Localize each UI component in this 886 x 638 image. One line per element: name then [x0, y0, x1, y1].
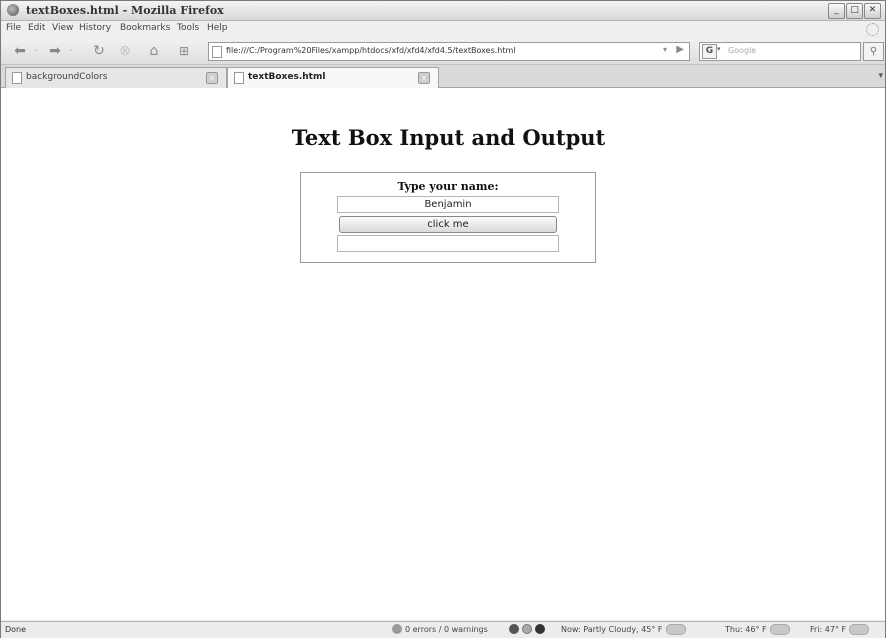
home-icon: ⌂: [149, 43, 159, 59]
stop-icon: ⊗: [119, 43, 131, 59]
menu-help[interactable]: Help: [207, 23, 228, 33]
magnifier-icon: ⚲: [869, 46, 878, 57]
menu-edit[interactable]: Edit: [28, 23, 45, 33]
search-engine-icon[interactable]: G: [702, 44, 717, 59]
window-title: textBoxes.html - Mozilla Firefox: [26, 4, 224, 17]
tab-close-icon[interactable]: x: [206, 72, 218, 84]
menu-bar: File Edit View History Bookmarks Tools H…: [1, 21, 885, 37]
menu-tools[interactable]: Tools: [177, 23, 199, 33]
url-text[interactable]: file:///C:/Program%20Files/xampp/htdocs/…: [226, 46, 516, 55]
new-tab-icon: ⊞: [178, 44, 190, 58]
tab-label: backgroundColors: [26, 72, 108, 82]
weather-thu-label: Thu: 46° F: [725, 625, 767, 634]
reload-button[interactable]: ↻: [88, 42, 110, 60]
forward-arrow-icon: ➡: [49, 43, 61, 59]
tab-bar: backgroundColors x textBoxes.html x ▾: [1, 65, 885, 89]
weather-fri[interactable]: Fri: 47° F: [810, 624, 870, 635]
browser-window: textBoxes.html - Mozilla Firefox _ □ ✕ F…: [0, 0, 886, 638]
back-arrow-icon: ⬅: [14, 43, 26, 59]
new-tab-button[interactable]: ⊞: [173, 42, 195, 60]
output-field[interactable]: [337, 235, 559, 252]
home-button[interactable]: ⌂: [143, 42, 165, 60]
close-button[interactable]: ✕: [864, 3, 881, 19]
name-form: Type your name: Benjamin click me: [300, 172, 596, 263]
menu-bookmarks[interactable]: Bookmarks: [120, 23, 170, 33]
name-prompt-label: Type your name:: [397, 180, 499, 193]
addon-status-icon[interactable]: [509, 624, 519, 634]
weather-now[interactable]: Now: Partly Cloudy, 45° F: [561, 624, 686, 635]
click-me-button[interactable]: click me: [339, 216, 557, 233]
search-button[interactable]: ⚲: [863, 42, 884, 61]
forward-history-dropdown[interactable]: ·: [66, 42, 76, 60]
status-text: Done: [5, 625, 27, 634]
page-icon: [12, 72, 22, 84]
forward-button[interactable]: ➡: [44, 42, 66, 60]
tab-backgroundcolors[interactable]: backgroundColors x: [5, 67, 227, 88]
url-dropdown-icon[interactable]: ▾: [663, 45, 667, 54]
tab-textboxes[interactable]: textBoxes.html x: [227, 67, 439, 89]
firefox-logo-icon: [7, 4, 19, 16]
stop-button[interactable]: ⊗: [114, 42, 136, 60]
weather-now-label: Now: Partly Cloudy, 45° F: [561, 625, 663, 634]
list-all-tabs-icon[interactable]: ▾: [878, 71, 883, 81]
cloud-icon: [665, 624, 686, 635]
errors-icon: [392, 624, 402, 634]
menu-view[interactable]: View: [52, 23, 73, 33]
reload-icon: ↻: [93, 43, 105, 59]
weather-thu[interactable]: Thu: 46° F: [725, 624, 790, 635]
throbber-icon: [866, 23, 879, 36]
page-icon: [212, 46, 222, 58]
cloud-icon: [769, 624, 790, 635]
addon-icons: [509, 624, 545, 634]
gear-icon[interactable]: [522, 624, 532, 634]
menu-history[interactable]: History: [79, 23, 111, 33]
search-box[interactable]: G ▾ Google: [699, 42, 861, 61]
cloud-icon: [849, 624, 870, 635]
back-history-dropdown[interactable]: ·: [31, 42, 41, 60]
url-bar[interactable]: file:///C:/Program%20Files/xampp/htdocs/…: [208, 42, 690, 61]
tab-label: textBoxes.html: [248, 72, 326, 82]
tab-close-icon[interactable]: x: [418, 72, 430, 84]
title-bar: textBoxes.html - Mozilla Firefox _ □ ✕: [1, 1, 885, 21]
weather-fri-label: Fri: 47° F: [810, 625, 847, 634]
search-engine-dropdown-icon[interactable]: ▾: [717, 45, 721, 53]
name-input[interactable]: Benjamin: [337, 196, 559, 213]
errors-label: 0 errors / 0 warnings: [405, 624, 488, 634]
page-icon: [234, 72, 244, 84]
page-content: Text Box Input and Output Type your name…: [1, 88, 885, 620]
maximize-button[interactable]: □: [846, 3, 863, 19]
navigation-toolbar: ⬅ · ➡ · ↻ ⊗ ⌂ ⊞ file:///C:/Program%20Fil…: [1, 38, 885, 65]
page-heading: Text Box Input and Output: [291, 125, 606, 150]
back-button[interactable]: ⬅: [9, 42, 31, 60]
menu-file[interactable]: File: [6, 23, 21, 33]
status-bar: Done 0 errors / 0 warnings Now: Partly C…: [1, 621, 885, 638]
error-console-status[interactable]: 0 errors / 0 warnings: [392, 624, 488, 634]
globe-icon[interactable]: [535, 624, 545, 634]
go-icon[interactable]: ▶: [676, 44, 684, 55]
minimize-button[interactable]: _: [828, 3, 845, 19]
search-input[interactable]: Google: [728, 46, 756, 55]
